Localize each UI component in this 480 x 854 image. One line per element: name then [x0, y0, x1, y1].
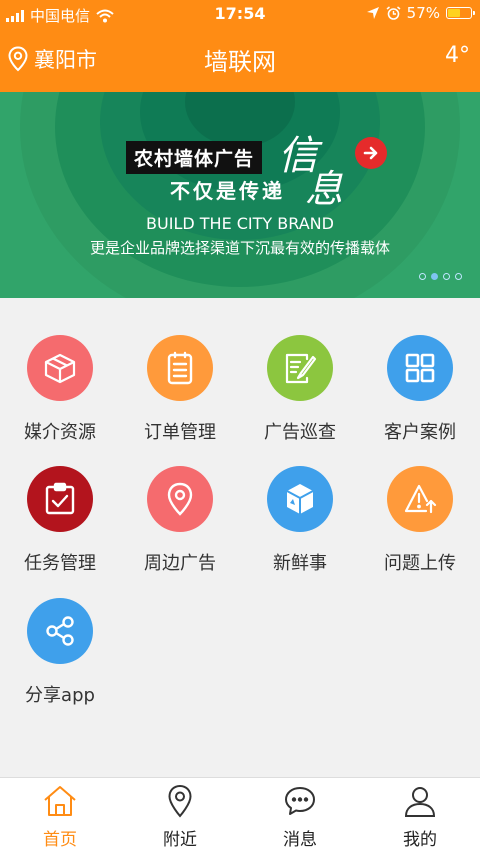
message-icon [285, 787, 315, 815]
grid-icon [387, 335, 453, 401]
tab-nearby[interactable]: 附近 [120, 778, 240, 854]
clipboard-check-icon [27, 466, 93, 532]
location-pin-icon [147, 466, 213, 532]
menu-item-ad-inspection[interactable]: 广告巡查 [240, 300, 360, 443]
tab-label: 我的 [403, 830, 437, 850]
menu-item-share-app[interactable]: 分享app [0, 563, 120, 706]
promo-banner[interactable]: 农村墙体广告 信 息 不仅是传递 BUILD THE CITY BRAND 更是… [0, 92, 480, 298]
carousel-indicator[interactable] [419, 273, 462, 280]
location-pin-icon [168, 784, 192, 818]
cube-icon [267, 466, 333, 532]
location-arrow-icon [366, 7, 379, 19]
banner-headline-big-2: 息 [305, 167, 344, 211]
tab-profile[interactable]: 我的 [360, 778, 480, 854]
home-icon [44, 786, 76, 816]
banner-slogan: 更是企业品牌选择渠道下沉最有效的传播载体 [89, 239, 390, 257]
arrow-right-icon [355, 137, 387, 169]
status-bar: 中国电信 17:54 57% [0, 0, 480, 28]
box-icon [27, 335, 93, 401]
warning-upload-icon [387, 466, 453, 532]
banner-brand: BUILD THE CITY BRAND [146, 214, 334, 233]
battery-percent: 57% [406, 4, 440, 22]
tab-home[interactable]: 首页 [0, 778, 120, 854]
tab-messages[interactable]: 消息 [240, 778, 360, 854]
carousel-dot[interactable] [443, 273, 450, 280]
banner-subline: 不仅是传递 [170, 179, 285, 203]
share-icon [27, 598, 93, 664]
menu-label: 问题上传 [384, 553, 456, 574]
menu-item-problem-upload[interactable]: 问题上传 [360, 431, 480, 574]
carousel-dot[interactable] [419, 273, 426, 280]
tab-label: 首页 [43, 830, 77, 850]
app-header: 襄阳市 墙联网 4° [0, 28, 480, 92]
page-title: 墙联网 [204, 48, 276, 76]
menu-label: 分享app [25, 685, 95, 706]
bottom-tab-bar: 首页 附近 消息 我的 [0, 777, 480, 854]
menu-label: 周边广告 [144, 553, 216, 574]
menu-item-order-management[interactable]: 订单管理 [120, 300, 240, 443]
user-icon [404, 787, 436, 817]
clipboard-list-icon [147, 335, 213, 401]
battery-icon [446, 7, 475, 19]
document-edit-icon [267, 335, 333, 401]
menu-label: 新鲜事 [273, 553, 327, 574]
menu-item-nearby-ads[interactable]: 周边广告 [120, 431, 240, 574]
menu-item-task-management[interactable]: 任务管理 [0, 431, 120, 574]
carousel-dot[interactable] [455, 273, 462, 280]
alarm-icon [386, 5, 401, 20]
tab-label: 消息 [283, 830, 317, 850]
menu-item-customer-cases[interactable]: 客户案例 [360, 300, 480, 443]
carousel-dot[interactable] [431, 273, 438, 280]
menu-item-media-resources[interactable]: 媒介资源 [0, 300, 120, 443]
tab-label: 附近 [163, 830, 197, 850]
banner-headline-box: 农村墙体广告 [126, 141, 263, 174]
menu-item-news[interactable]: 新鲜事 [240, 431, 360, 574]
temperature: 4° [445, 43, 470, 68]
